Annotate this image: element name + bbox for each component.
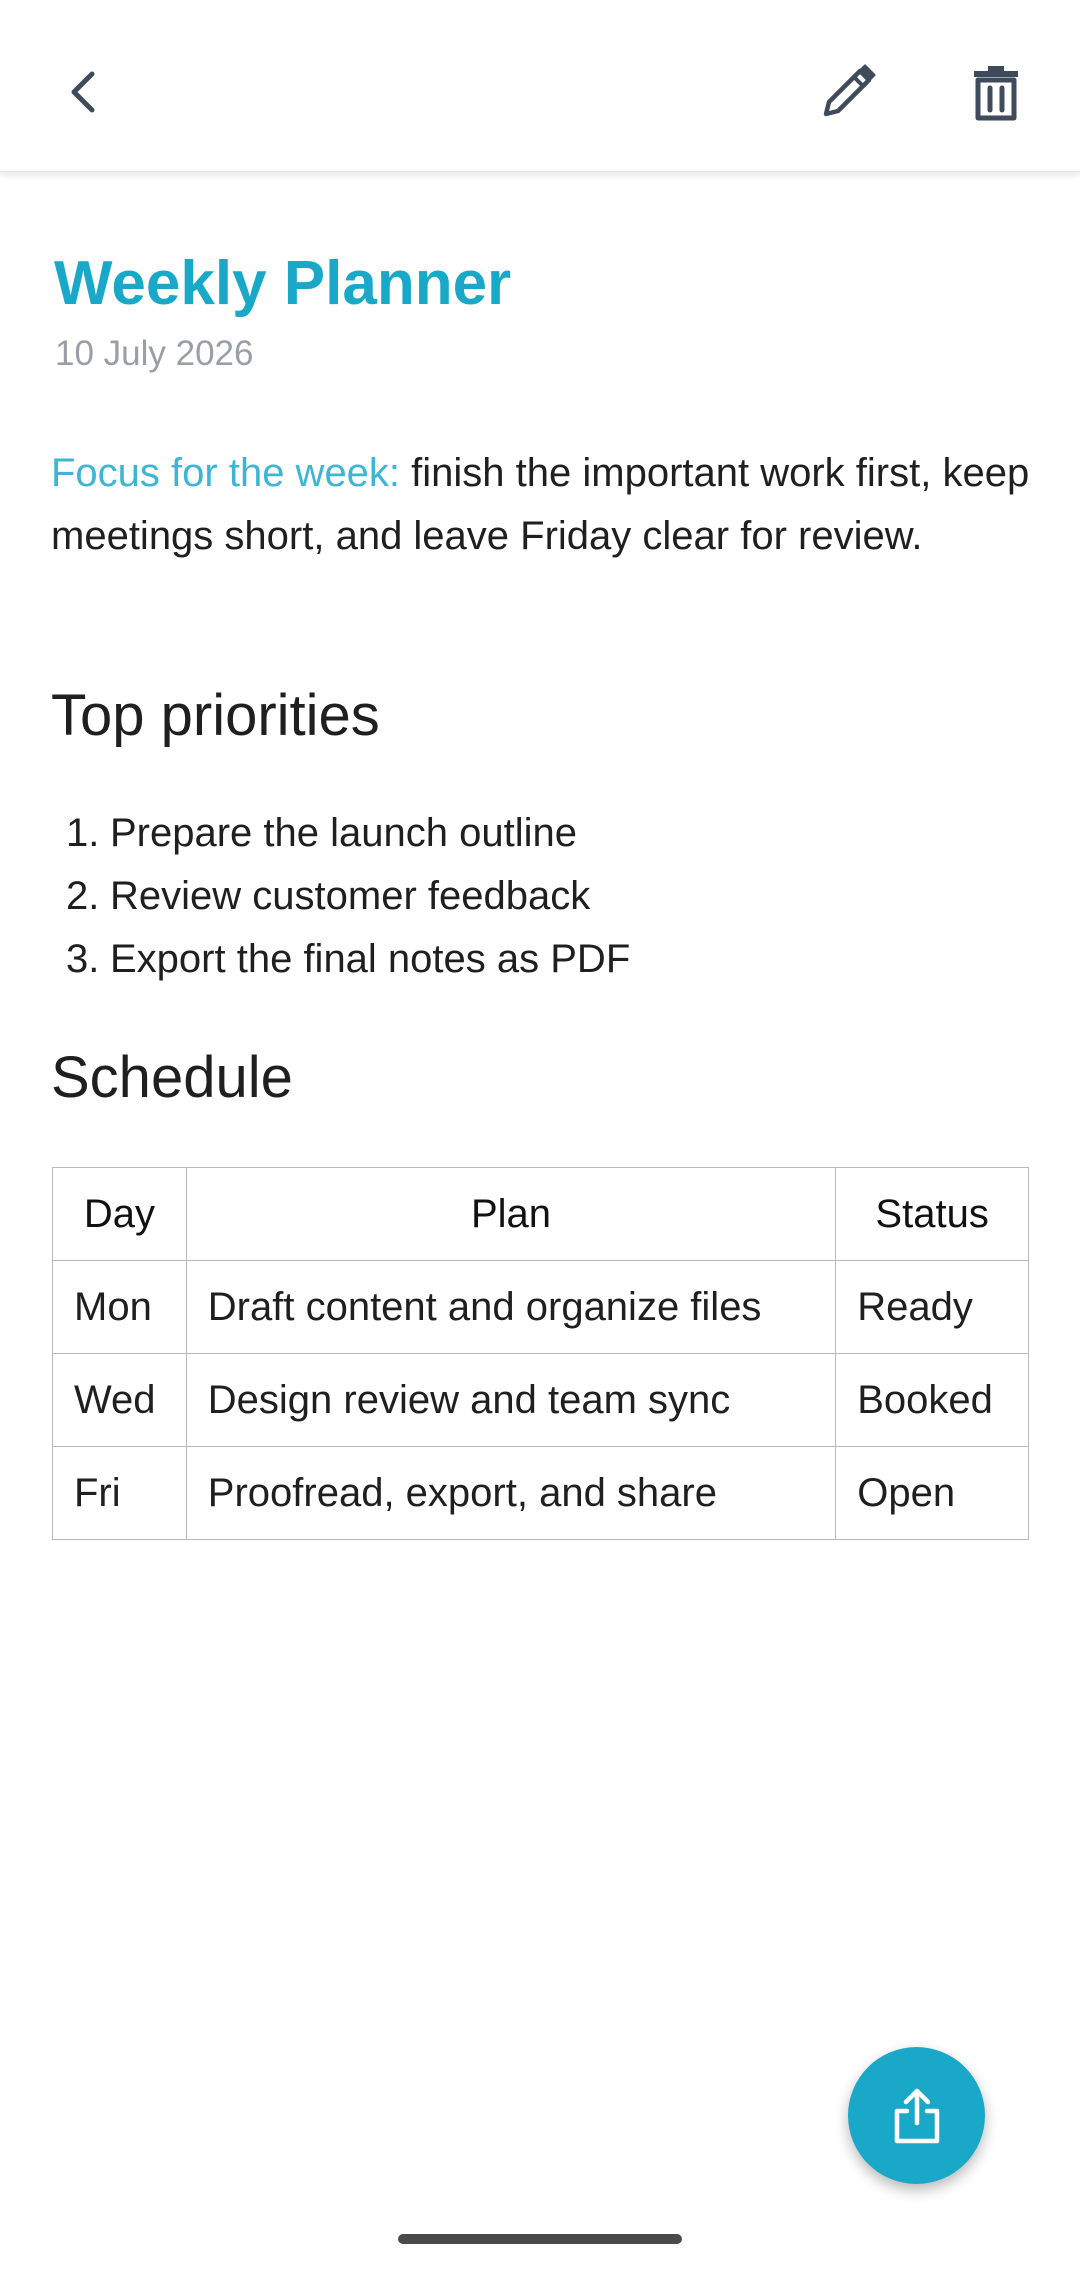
list-item-number: 2.: [66, 874, 100, 918]
table-header-row: Day Plan Status: [52, 1167, 1029, 1261]
share-icon: [894, 2088, 939, 2143]
list-item-text: Review customer feedback: [110, 874, 591, 918]
list-item: 2. Review customer feedback: [66, 865, 630, 928]
priorities-heading: Top priorities: [51, 683, 380, 748]
table-row: Fri Proofread, export, and share Open: [52, 1446, 1029, 1540]
note-date: 10 July 2026: [55, 334, 254, 373]
list-item-number: 1.: [66, 811, 100, 855]
list-item-text: Prepare the launch outline: [110, 811, 577, 855]
column-header-plan: Plan: [185, 1167, 837, 1261]
back-button[interactable]: [36, 44, 132, 140]
cell-status: Ready: [835, 1260, 1029, 1354]
cell-day: Wed: [52, 1353, 187, 1447]
cell-status: Open: [835, 1446, 1029, 1540]
gesture-navigation-bar[interactable]: [398, 2234, 682, 2244]
pencil-icon: [823, 64, 876, 117]
cell-plan: Draft content and organize files: [185, 1260, 837, 1354]
priority-list: 1. Prepare the launch outline 2. Review cu…: [66, 802, 630, 991]
schedule-table: Day Plan Status Mon Draft content and or…: [52, 1167, 1029, 1540]
table-row: Mon Draft content and organize files Rea…: [52, 1260, 1029, 1354]
cell-status: Booked: [835, 1353, 1029, 1447]
column-header-day: Day: [52, 1167, 187, 1261]
top-app-bar: [0, 0, 1080, 172]
focus-paragraph: Focus for the week: finish the important…: [51, 442, 1031, 568]
cell-plan: Proofread, export, and share: [185, 1446, 837, 1540]
focus-lead: Focus for the week:: [51, 451, 401, 495]
list-item-number: 3.: [66, 937, 100, 981]
delete-button[interactable]: [948, 44, 1044, 140]
column-header-status: Status: [835, 1167, 1029, 1261]
note-title: Weekly Planner: [54, 249, 512, 318]
table-row: Wed Design review and team sync Booked: [52, 1353, 1029, 1447]
note-view-screen: Weekly Planner 10 July 2026 Focus for th…: [0, 0, 1080, 2280]
list-item: 3. Export the final notes as PDF: [66, 928, 630, 991]
cell-day: Mon: [52, 1260, 187, 1354]
cell-plan: Design review and team sync: [185, 1353, 837, 1447]
list-item: 1. Prepare the launch outline: [66, 802, 630, 865]
edit-button[interactable]: [800, 44, 896, 140]
schedule-heading: Schedule: [51, 1045, 293, 1110]
list-item-text: Export the final notes as PDF: [110, 937, 631, 981]
share-button[interactable]: [848, 2047, 985, 2184]
trash-icon: [974, 66, 1018, 121]
cell-day: Fri: [52, 1446, 187, 1540]
chevron-left-icon: [71, 71, 95, 113]
